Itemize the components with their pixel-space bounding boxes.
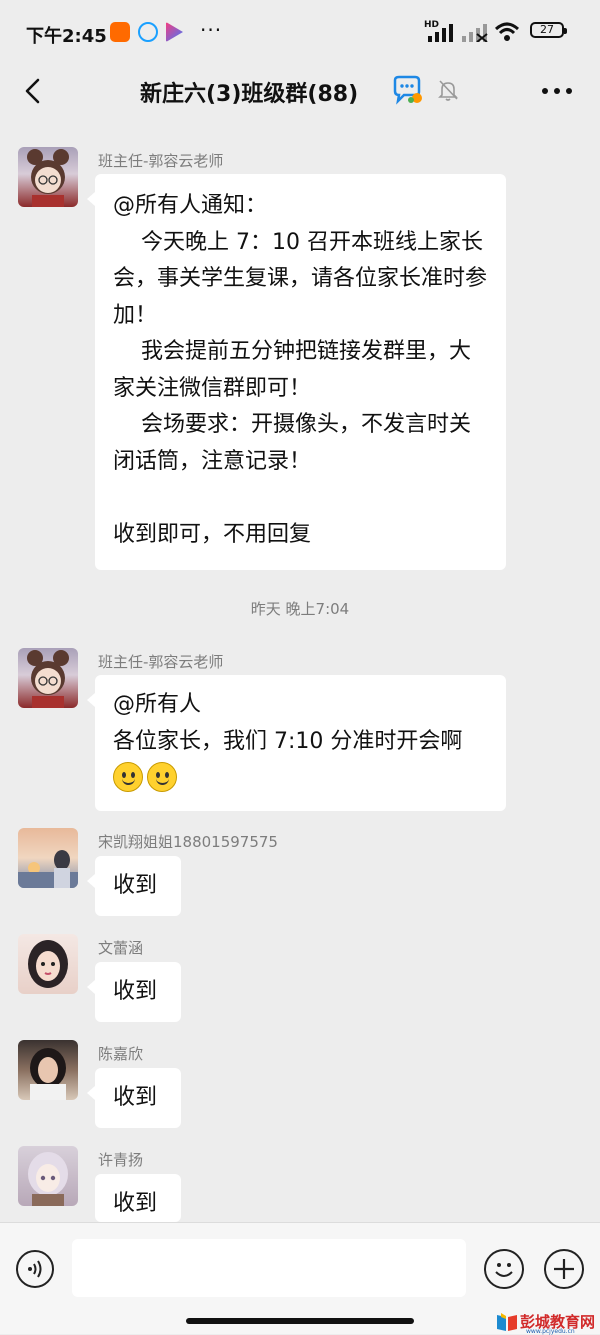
sender-name: 班主任-郭容云老师 [98, 152, 224, 170]
message-text: 收到 [113, 1085, 158, 1110]
avatar[interactable] [18, 828, 78, 888]
message-text: @所有人 各位家长，我们 7:10 分准时开会啊 [113, 692, 463, 754]
voice-input-button[interactable] [16, 1250, 54, 1288]
emoji-button[interactable] [484, 1249, 524, 1289]
group-chat-icon [393, 75, 422, 105]
message-bubble[interactable]: @所有人 各位家长，我们 7:10 分准时开会啊 [87, 675, 506, 811]
emoji-row [113, 762, 490, 792]
status-bar: 下午2:45 ··· HD 27 [0, 0, 600, 66]
more-functions-button[interactable] [544, 1249, 584, 1289]
taobao-app-icon [110, 22, 130, 42]
chat-header: 新庄六(3)班级群(88) [0, 66, 600, 116]
message-text: @所有人通知： 今天晚上 7：10 召开本班线上家长会，事关学生复课，请各位家长… [113, 193, 488, 547]
avatar[interactable] [18, 1040, 78, 1100]
battery-indicator: 27 [530, 22, 567, 38]
more-notifications-icon: ··· [200, 18, 223, 42]
doll-avatar-icon [27, 650, 69, 708]
chat-app-icon [138, 22, 158, 42]
message-timestamp: 昨天 晚上7:04 [250, 600, 350, 618]
sender-name: 宋凯翔姐姐18801597575 [98, 833, 278, 851]
mute-bell-icon [438, 80, 458, 101]
smile-emoji-icon [113, 762, 143, 792]
input-bar: 彭城教育网 www.pcjyedu.cn [0, 1222, 600, 1335]
signal-icon [428, 24, 453, 42]
signal-weak-icon [462, 24, 488, 42]
message-text: 收到 [113, 873, 158, 898]
smile-emoji-icon [147, 762, 177, 792]
message-text: 收到 [113, 979, 158, 1004]
avatar[interactable] [18, 1146, 78, 1206]
sender-name: 文蕾涵 [98, 939, 144, 957]
sender-name: 班主任-郭容云老师 [98, 653, 224, 671]
message-bubble[interactable]: 收到 [87, 1068, 181, 1128]
book-logo-icon [497, 1313, 517, 1331]
play-app-icon [166, 22, 183, 42]
back-button[interactable] [18, 76, 48, 106]
doll-avatar-icon [27, 149, 69, 207]
more-options-button[interactable] [540, 86, 574, 96]
sender-name: 陈嘉欣 [98, 1045, 144, 1063]
message-bubble[interactable]: 收到 [95, 1174, 181, 1222]
smiley-icon [495, 1263, 513, 1277]
sunset-photo-avatar-icon [18, 850, 78, 888]
girl-photo-avatar-icon [28, 940, 68, 988]
status-time: 下午2:45 [26, 26, 107, 47]
avatar[interactable] [18, 934, 78, 994]
anime-girl-avatar-icon [28, 1152, 68, 1206]
message-input[interactable] [72, 1239, 466, 1297]
wifi-icon [494, 22, 520, 41]
plus-icon [554, 1259, 574, 1279]
sender-name: 许青扬 [98, 1151, 144, 1169]
group-title[interactable]: 新庄六(3)班级群(88) [140, 76, 358, 108]
message-bubble[interactable]: 收到 [87, 856, 181, 916]
avatar[interactable] [18, 147, 78, 207]
watermark-url: www.pcjyedu.cn [526, 1328, 575, 1335]
voice-wave-icon [28, 1260, 42, 1278]
message-bubble[interactable]: 收到 [87, 962, 181, 1022]
message-text: 收到 [113, 1191, 158, 1216]
site-watermark: 彭城教育网 www.pcjyedu.cn [496, 1311, 600, 1335]
home-indicator[interactable] [186, 1318, 414, 1324]
message-bubble[interactable]: @所有人通知： 今天晚上 7：10 召开本班线上家长会，事关学生复课，请各位家长… [87, 174, 506, 570]
avatar[interactable] [18, 648, 78, 708]
girl-photo-avatar-icon [30, 1048, 66, 1100]
